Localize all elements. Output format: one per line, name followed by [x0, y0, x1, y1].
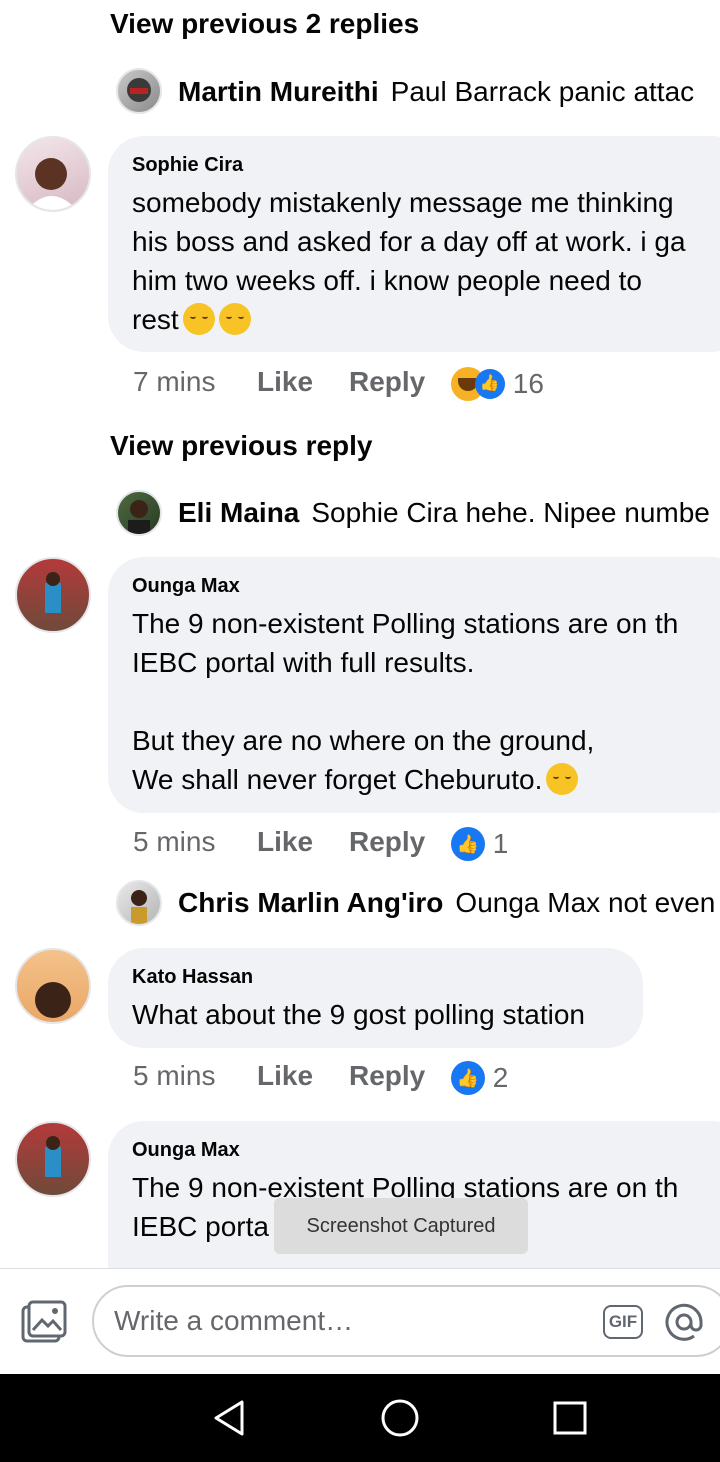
- downcast-sweat-emoji-icon: [546, 763, 579, 795]
- reply-author[interactable]: Martin Mureithi: [178, 76, 379, 107]
- view-previous-reply[interactable]: View previous reply: [110, 430, 373, 462]
- comment-author[interactable]: Ounga Max: [132, 1139, 720, 1162]
- comment-text: What about the 9 gost polling station: [132, 999, 585, 1030]
- avatar-image: [131, 890, 147, 924]
- comment-author[interactable]: Kato Hassan: [132, 966, 619, 989]
- reply-button[interactable]: Reply: [349, 366, 443, 398]
- reaction-count: 16: [512, 367, 544, 399]
- recents-icon[interactable]: [552, 1400, 588, 1436]
- reply-button[interactable]: Reply: [349, 1060, 443, 1092]
- reply-author[interactable]: Eli Maina: [178, 497, 299, 528]
- avatar[interactable]: [116, 490, 162, 536]
- reply-text: Paul Barrack panic attac: [390, 76, 695, 107]
- avatar-image: [127, 78, 151, 102]
- comment-time: 7 mins: [133, 366, 216, 397]
- comment-text: somebody mistakenly message me thinking …: [132, 183, 720, 339]
- comment-author[interactable]: Ounga Max: [132, 575, 720, 598]
- like-icon: 👍: [450, 1060, 485, 1095]
- like-icon: 👍: [474, 368, 505, 399]
- avatar[interactable]: [15, 136, 91, 212]
- like-icon: 👍: [450, 826, 485, 861]
- avatar-image: [128, 500, 150, 534]
- reaction-count: 2: [492, 1061, 509, 1093]
- reaction-count: 1: [492, 827, 509, 859]
- mention-icon[interactable]: [664, 1302, 704, 1342]
- avatar[interactable]: [116, 880, 162, 926]
- reply-author[interactable]: Chris Marlin Ang'iro: [178, 887, 443, 918]
- reply-preview[interactable]: Eli Maina Sophie Cira hehe. Nipee numbe: [178, 497, 710, 529]
- reactions[interactable]: 👍 1: [450, 826, 509, 861]
- comment-actions: 5 mins Like Reply 👍 1: [133, 826, 508, 861]
- avatar[interactable]: [15, 557, 91, 633]
- comment-text: The 9 non-existent Polling stations are …: [132, 604, 720, 799]
- reply-text: Ounga Max not even: [455, 887, 716, 918]
- comment-text-content: The 9 non-existent Polling stations are …: [132, 608, 679, 795]
- avatar[interactable]: [116, 68, 162, 114]
- like-button[interactable]: Like: [257, 366, 349, 398]
- home-icon[interactable]: [380, 1398, 420, 1438]
- system-navigation-bar: [0, 1374, 720, 1462]
- like-button[interactable]: Like: [257, 1060, 349, 1092]
- reply-text: Sophie Cira hehe. Nipee numbe: [311, 497, 710, 528]
- gif-icon[interactable]: GIF: [603, 1305, 643, 1339]
- reply-preview[interactable]: Chris Marlin Ang'iro Ounga Max not even: [178, 887, 715, 919]
- view-previous-replies[interactable]: View previous 2 replies: [110, 8, 419, 40]
- comment-text-content: somebody mistakenly message me thinking …: [132, 187, 686, 335]
- relieved-emoji-icon: [218, 303, 251, 335]
- avatar[interactable]: [15, 1121, 91, 1197]
- relieved-emoji-icon: [182, 303, 215, 335]
- comment-actions: 7 mins Like Reply 👍 16: [133, 366, 544, 401]
- back-icon[interactable]: [210, 1398, 250, 1438]
- comment-actions: 5 mins Like Reply 👍 2: [133, 1060, 508, 1095]
- comment-time: 5 mins: [133, 1060, 216, 1091]
- avatar-image: [27, 158, 77, 210]
- reply-button[interactable]: Reply: [349, 826, 443, 858]
- photo-icon[interactable]: [20, 1300, 68, 1344]
- avatar-image: [45, 1136, 61, 1177]
- comment-bubble[interactable]: Sophie Cira somebody mistakenly message …: [108, 136, 720, 352]
- reactions[interactable]: 👍 2: [450, 1060, 509, 1095]
- avatar[interactable]: [15, 948, 91, 1024]
- reply-preview[interactable]: Martin Mureithi Paul Barrack panic attac: [178, 76, 694, 108]
- avatar-image: [45, 572, 61, 613]
- comment-bubble[interactable]: Kato Hassan What about the 9 gost pollin…: [108, 948, 643, 1048]
- like-button[interactable]: Like: [257, 826, 349, 858]
- comment-author[interactable]: Sophie Cira: [132, 154, 720, 177]
- avatar-image: [35, 982, 71, 1018]
- screenshot-toast: Screenshot Captured: [274, 1198, 528, 1254]
- comment-time: 5 mins: [133, 826, 216, 857]
- comment-bubble[interactable]: Ounga Max The 9 non-existent Polling sta…: [108, 557, 720, 813]
- reactions[interactable]: 👍 16: [450, 366, 544, 401]
